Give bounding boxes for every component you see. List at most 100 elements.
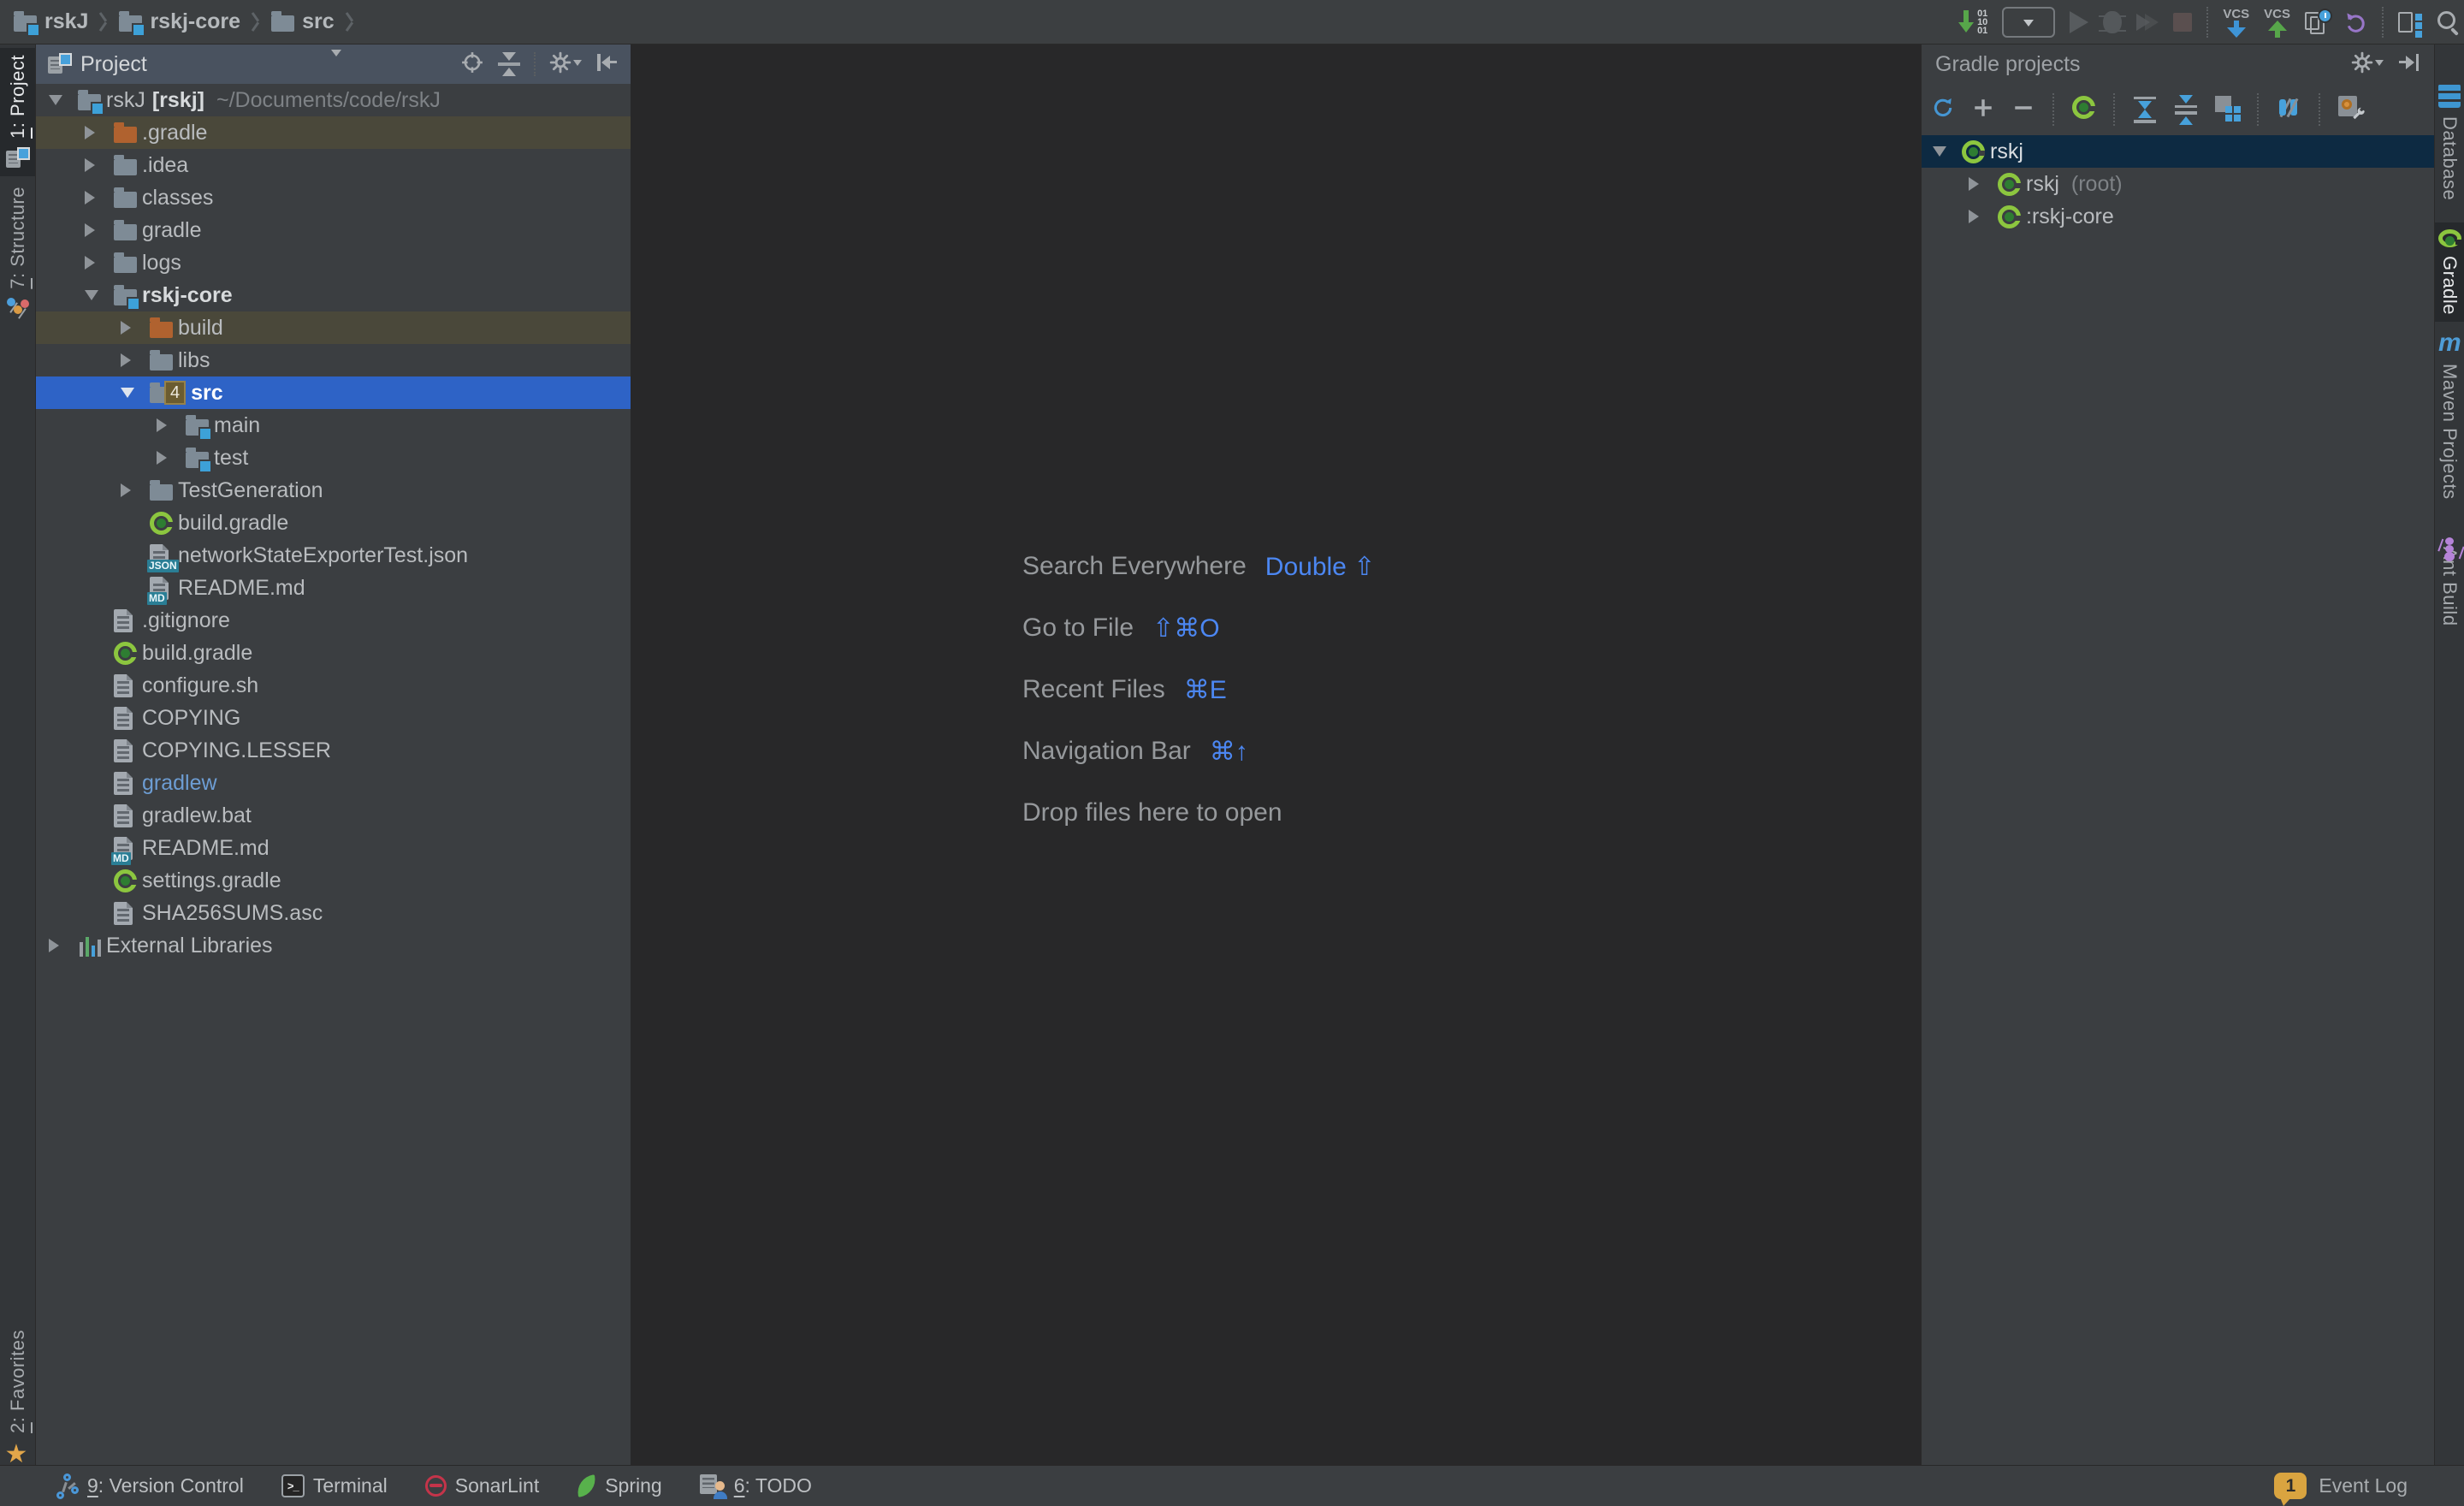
debug-button[interactable]: [2103, 11, 2122, 33]
view-mode-dropdown[interactable]: [331, 56, 341, 72]
chevron-down-icon[interactable]: [1933, 146, 1962, 157]
chevron-right-icon[interactable]: [85, 126, 114, 139]
toggle-offline-mode-button[interactable]: [2277, 96, 2301, 123]
tree-item-rskj[interactable]: rskJ[rskj]~/Documents/code/rskJ: [36, 84, 631, 116]
chevron-right-icon[interactable]: [85, 223, 114, 237]
tree-item-gradlew[interactable]: gradlew: [36, 767, 631, 799]
statusbar-spring-button[interactable]: Spring: [577, 1474, 661, 1497]
tool-window-button-ant[interactable]: Ant Build: [2435, 531, 2464, 633]
tree-item-classes[interactable]: classes: [36, 181, 631, 214]
tree-item-label: README.md: [178, 576, 305, 601]
tree-item-build-gradle[interactable]: build.gradle: [36, 507, 631, 539]
tree-item-networkstateexportertest-json[interactable]: JSONnetworkStateExporterTest.json: [36, 539, 631, 572]
hide-panel-button[interactable]: [2397, 51, 2420, 78]
show-dependencies-button[interactable]: [2215, 96, 2239, 124]
run-gradle-task-button[interactable]: [2072, 96, 2095, 123]
tree-item-rskj-core[interactable]: rskj-core: [36, 279, 631, 311]
tree-item-build[interactable]: build: [36, 311, 631, 344]
gradle-settings-button[interactable]: [2338, 96, 2364, 124]
chevron-right-icon[interactable]: [157, 418, 186, 432]
tree-item-gitignore[interactable]: .gitignore: [36, 604, 631, 637]
tree-item-settings-gradle[interactable]: settings.gradle: [36, 864, 631, 897]
statusbar-todo-button[interactable]: 6: TODO: [700, 1474, 812, 1497]
tree-item-build-gradle[interactable]: build.gradle: [36, 637, 631, 669]
rollback-button[interactable]: [2345, 11, 2367, 33]
run-button[interactable]: [2070, 11, 2088, 33]
chevron-right-icon[interactable]: [85, 256, 114, 270]
breadcrumb-item-rskj-core[interactable]: rskj-core: [119, 9, 240, 34]
statusbar-version-control-button[interactable]: 9: Version Control: [55, 1473, 244, 1499]
chevron-down-icon[interactable]: [121, 388, 150, 398]
gear-menu-button[interactable]: [549, 51, 582, 78]
vcs-commit-button[interactable]: VCS: [2264, 8, 2290, 38]
refresh-gradle-button[interactable]: [1932, 97, 1954, 123]
chevron-right-icon[interactable]: [85, 191, 114, 205]
stop-button[interactable]: [2173, 13, 2192, 32]
locate-file-button[interactable]: [461, 51, 483, 78]
tree-item-src[interactable]: 4src: [36, 376, 631, 409]
search-everywhere-button[interactable]: [2437, 10, 2461, 34]
tree-item-rskj-core[interactable]: :rskj-core: [1922, 200, 2434, 233]
download-sources-button[interactable]: [1958, 9, 1987, 35]
chevron-right-icon[interactable]: [157, 451, 186, 465]
collapse-all-button[interactable]: [497, 52, 520, 76]
tree-item-libs[interactable]: libs: [36, 344, 631, 376]
editor-empty-area[interactable]: Search EverywhereDouble ⇧Go to File⇧⌘ORe…: [631, 44, 1921, 1465]
tree-item-rskj[interactable]: rskj(root): [1922, 168, 2434, 200]
attach-gradle-project-button[interactable]: [1972, 97, 1994, 123]
tree-item-gradle[interactable]: gradle: [36, 214, 631, 246]
tree-item-logs[interactable]: logs: [36, 246, 631, 279]
tree-item-gradlew-bat[interactable]: gradlew.bat: [36, 799, 631, 832]
chevron-right-icon[interactable]: [1969, 210, 1998, 223]
chevron-right-icon[interactable]: [49, 939, 78, 952]
chevron-down-icon[interactable]: [85, 290, 114, 300]
chevron-right-icon[interactable]: [1969, 177, 1998, 191]
chevron-right-icon[interactable]: [121, 353, 150, 367]
tool-window-button-maven[interactable]: Maven Projects: [2435, 325, 2464, 488]
tree-item-idea[interactable]: .idea: [36, 149, 631, 181]
breadcrumb-item-rskj[interactable]: rskJ: [14, 9, 88, 34]
tree-item-main[interactable]: main: [36, 409, 631, 442]
breadcrumb-label: rskj-core: [150, 9, 240, 34]
chevron-right-icon[interactable]: [121, 483, 150, 497]
file-icon: JSON: [150, 544, 169, 567]
chevron-right-icon[interactable]: [121, 321, 150, 335]
tree-item-copying[interactable]: COPYING: [36, 702, 631, 734]
statusbar-terminal-button[interactable]: Terminal: [281, 1474, 388, 1497]
folder-icon: [271, 15, 294, 32]
tree-item-sha256sums-asc[interactable]: SHA256SUMS.asc: [36, 897, 631, 929]
gear-menu-button[interactable]: [2351, 51, 2384, 78]
detach-gradle-project-button[interactable]: [2012, 97, 2035, 123]
tool-window-button-structure[interactable]: 7: Structure: [0, 180, 35, 321]
project-panel-header[interactable]: Project: [36, 44, 631, 84]
breadcrumb-item-src[interactable]: src: [271, 9, 335, 34]
event-log-widget[interactable]: 1 Event Log: [2274, 1473, 2408, 1499]
tree-item-test[interactable]: test: [36, 442, 631, 474]
tree-item-readme-md[interactable]: MDREADME.md: [36, 572, 631, 604]
hide-panel-button[interactable]: [595, 51, 619, 78]
tree-item-testgeneration[interactable]: TestGeneration: [36, 474, 631, 507]
run-with-coverage-button[interactable]: [2136, 14, 2159, 31]
shortcut-hint-recent-files: Recent Files⌘E: [1022, 659, 1375, 720]
tree-item-copying-lesser[interactable]: COPYING.LESSER: [36, 734, 631, 767]
tree-item-gradle[interactable]: .gradle: [36, 116, 631, 149]
local-history-button[interactable]: [2305, 10, 2331, 34]
tool-window-button-favorites[interactable]: 2: Favorites: [0, 1323, 35, 1460]
gradle-panel-header[interactable]: Gradle projects: [1922, 44, 2434, 84]
vcs-update-button[interactable]: VCS: [2223, 8, 2249, 38]
tool-window-button-project[interactable]: 1: Project: [0, 48, 35, 176]
chevron-down-icon[interactable]: [49, 95, 78, 105]
tool-window-button-database[interactable]: Database: [2435, 77, 2464, 221]
tool-window-button-gradle[interactable]: Gradle: [2435, 222, 2464, 322]
tree-item-readme-md[interactable]: MDREADME.md: [36, 832, 631, 864]
chevron-right-icon[interactable]: [85, 158, 114, 172]
collapse-all-button[interactable]: [2174, 95, 2197, 125]
run-config-dropdown[interactable]: [2002, 7, 2055, 38]
expand-all-button[interactable]: [2133, 95, 2156, 125]
tree-item-configure-sh[interactable]: configure.sh: [36, 669, 631, 702]
project-structure-button[interactable]: [2398, 10, 2422, 34]
locate-file-icon: [461, 51, 483, 74]
statusbar-sonarlint-button[interactable]: SonarLint: [425, 1474, 539, 1497]
tree-item-rskj[interactable]: rskj: [1922, 135, 2434, 168]
tree-item-external-libraries[interactable]: External Libraries: [36, 929, 631, 962]
